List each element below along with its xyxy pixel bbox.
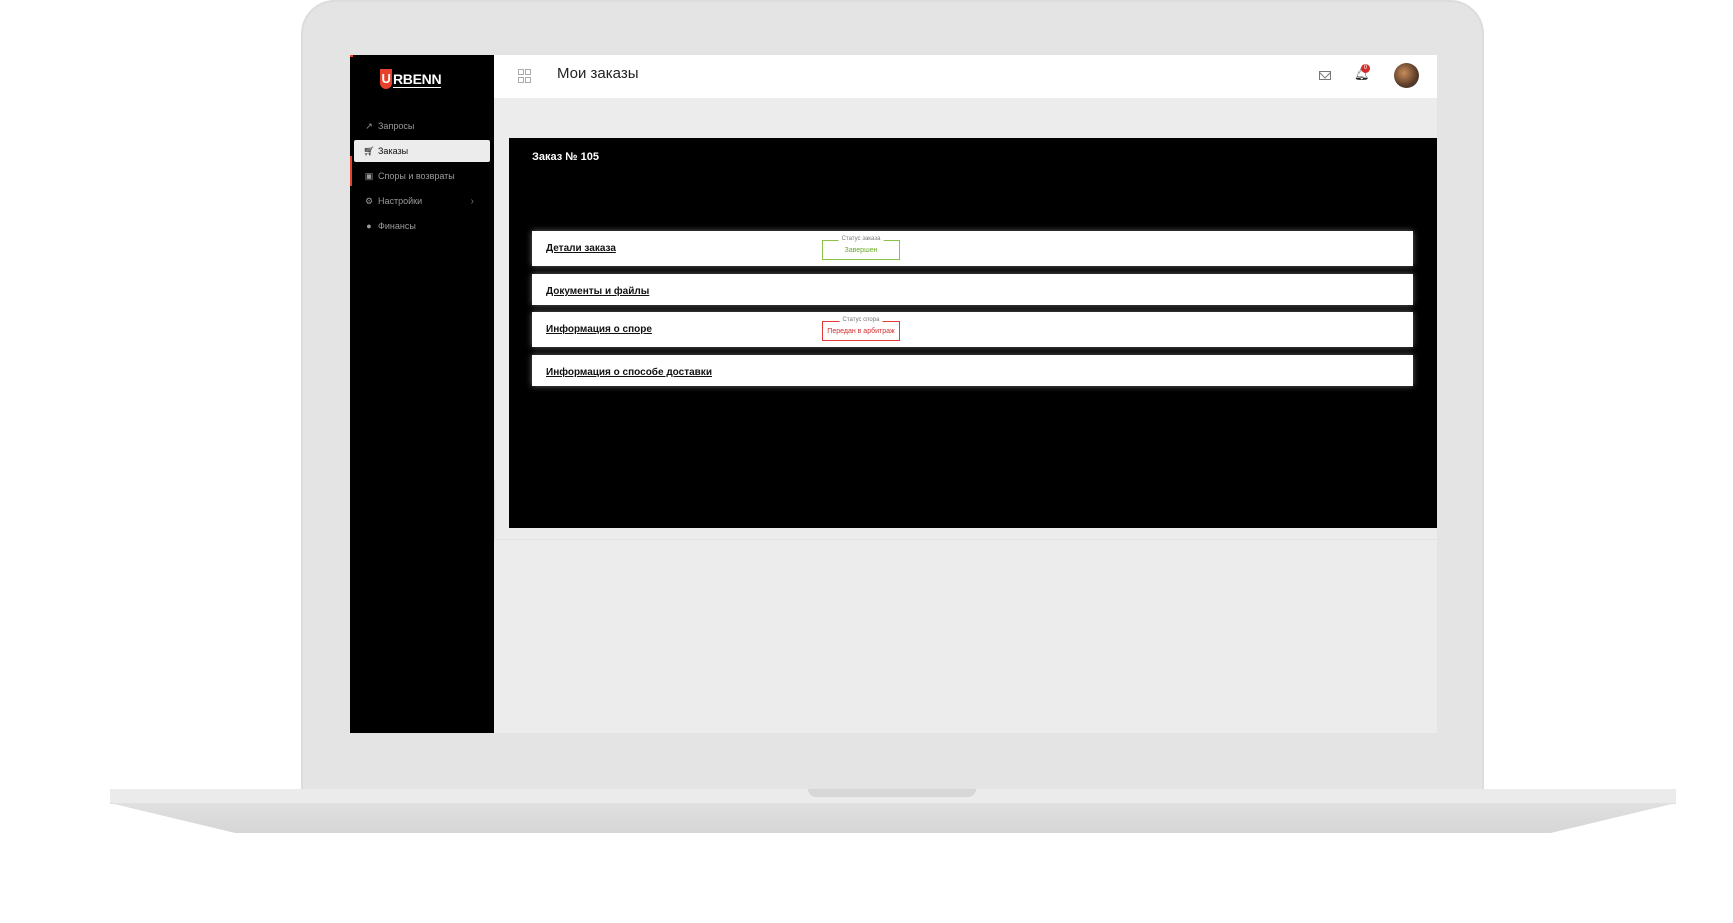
sidebar-item-orders[interactable]: 🛒︎ Заказы (354, 140, 490, 162)
content-divider (494, 539, 1437, 540)
mail-icon[interactable] (1319, 71, 1331, 80)
gear-icon: ⚙ (364, 195, 374, 206)
section-delivery-info[interactable]: Информация о способе доставки (532, 355, 1413, 386)
section-label[interactable]: Документы и файлы (546, 286, 649, 297)
section-label[interactable]: Информация о споре (546, 324, 652, 335)
order-status-badge: Статус заказа Завершен (822, 236, 900, 260)
logo-letter: U (380, 69, 392, 89)
order-card: Заказ № 105 Детали заказа Статус заказа … (509, 138, 1437, 528)
sidebar-item-finance[interactable]: ● Финансы (354, 215, 490, 237)
sidebar: U RBENN ↗ Запросы 🛒︎ Заказы ▣ Споры и во… (350, 55, 494, 733)
avatar[interactable] (1394, 63, 1419, 88)
section-label[interactable]: Информация о способе доставки (546, 367, 712, 378)
status-value: Передан в арбитраж (827, 328, 895, 335)
dispute-status-badge: Статус спора Передан в арбитраж (822, 317, 900, 341)
sidebar-item-label: Споры и возвраты (378, 171, 455, 181)
returns-icon: ▣ (364, 170, 374, 181)
notification-badge: 0 (1361, 64, 1370, 73)
share-icon: ↗ (365, 120, 373, 131)
sidebar-edge (494, 480, 495, 540)
laptop-base-bottom (110, 803, 1676, 833)
section-order-details[interactable]: Детали заказа Статус заказа Завершен (532, 231, 1413, 266)
sidebar-item-label: Заказы (378, 146, 409, 156)
top-header: Мои заказы 🔔︎ 0 (494, 55, 1437, 98)
section-label[interactable]: Детали заказа (546, 243, 616, 254)
chevron-right-icon: › (470, 195, 474, 207)
logo[interactable]: U RBENN (380, 67, 442, 91)
status-caption: Статус заказа (838, 236, 884, 242)
sidebar-item-label: Финансы (378, 221, 416, 231)
sidebar-nav: ↗ Запросы 🛒︎ Заказы ▣ Споры и возвраты ⚙… (350, 115, 494, 240)
cart-icon: 🛒︎ (363, 145, 375, 156)
finance-icon: ● (366, 221, 372, 231)
section-documents[interactable]: Документы и файлы (532, 274, 1413, 305)
section-dispute-info[interactable]: Информация о споре Статус спора Передан … (532, 312, 1413, 347)
sidebar-item-disputes[interactable]: ▣ Споры и возвраты (354, 165, 490, 187)
page-title: Мои заказы (557, 65, 639, 82)
app-screen: U RBENN ↗ Запросы 🛒︎ Заказы ▣ Споры и во… (350, 55, 1437, 733)
laptop-notch (808, 789, 976, 797)
sidebar-item-label: Запросы (378, 121, 415, 131)
logo-text: RBENN (393, 70, 442, 88)
menu-grid-icon[interactable] (518, 69, 531, 83)
sidebar-accent-top (350, 55, 353, 57)
sidebar-item-label: Настройки (378, 196, 423, 206)
sidebar-item-requests[interactable]: ↗ Запросы (354, 115, 490, 137)
sidebar-item-settings[interactable]: ⚙ Настройки › (354, 190, 490, 212)
order-title: Заказ № 105 (532, 151, 599, 163)
status-value: Завершен (844, 247, 878, 254)
status-caption: Статус спора (839, 317, 883, 323)
